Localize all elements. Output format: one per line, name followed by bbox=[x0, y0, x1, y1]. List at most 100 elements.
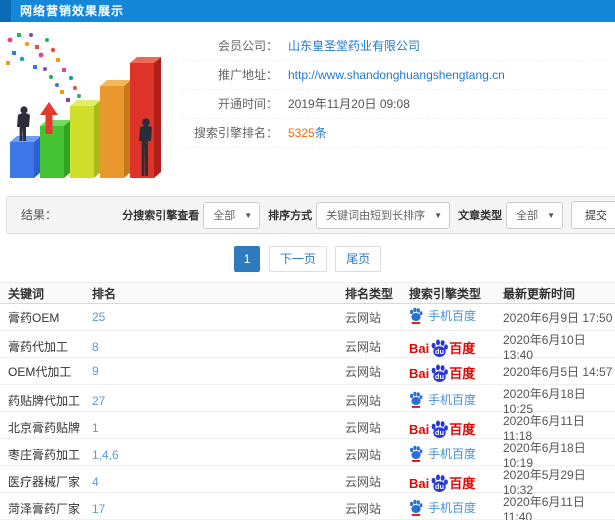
cell-engine: 手机百度 bbox=[409, 307, 503, 327]
page-title: 网络营销效果展示 bbox=[20, 4, 125, 18]
baidu-paw-icon: du bbox=[431, 339, 449, 357]
baidu-cn-text: 百度 bbox=[449, 422, 476, 437]
keyword-rank-table: 关键词 排名 排名类型 搜索引擎类型 最新更新时间 膏药OEM 25 云网站 手… bbox=[0, 282, 615, 520]
member-company-label: 会员公司： bbox=[217, 39, 278, 53]
baidu-cn-text: 百度 bbox=[449, 341, 476, 356]
result-label: 结果： bbox=[21, 208, 58, 222]
cell-rank[interactable]: 25 bbox=[92, 310, 345, 324]
baidu-bai-text: Bai bbox=[409, 476, 430, 491]
red-underline bbox=[412, 513, 420, 516]
engine-rank-label: 搜索引擎排名： bbox=[193, 126, 278, 140]
engine-baidu-logo: Bai du 百度 bbox=[409, 337, 476, 357]
filter-group: 分搜索引擎查看 全部 ▼ 排序方式 关键词由短到长排序 ▼ 文章类型 全部 ▼ … bbox=[114, 197, 615, 233]
cell-rank[interactable]: 27 bbox=[92, 394, 345, 408]
engine-mobile-baidu: 手机百度 bbox=[409, 307, 476, 324]
cell-rank-type: 云网站 bbox=[345, 340, 382, 354]
page-button-current[interactable]: 1 bbox=[233, 246, 261, 272]
cell-rank-type: 云网站 bbox=[345, 448, 382, 462]
baidu-paw-icon: du bbox=[431, 474, 449, 492]
engine-view-selected: 全部 bbox=[213, 210, 236, 222]
chevron-down-icon: ▼ bbox=[434, 210, 443, 220]
table-row: OEM代加工 9 云网站 Bai du 百度 2020年6月5日 14:57 bbox=[0, 358, 615, 385]
page-button-last[interactable]: 尾页 bbox=[335, 246, 382, 272]
marketing-chart-illustration bbox=[0, 28, 182, 188]
sort-selected: 关键词由短到长排序 bbox=[326, 210, 426, 222]
cell-rank-type: 云网站 bbox=[345, 502, 382, 516]
engine-baidu-logo: Bai du 百度 bbox=[409, 418, 476, 438]
engine-mobile-baidu: 手机百度 bbox=[409, 445, 476, 462]
baidu-bai-text: Bai bbox=[409, 341, 430, 356]
cell-engine: 手机百度 bbox=[409, 445, 503, 465]
cell-updated: 2020年6月9日 17:50 bbox=[503, 310, 613, 325]
engine-rank-count: 5325 bbox=[288, 126, 315, 140]
article-type-label: 文章类型 bbox=[458, 210, 503, 222]
page-button-next[interactable]: 下一页 bbox=[268, 246, 327, 272]
businessman-left bbox=[17, 106, 30, 141]
mobile-baidu-label: 手机百度 bbox=[428, 392, 477, 407]
cell-rank-type: 云网站 bbox=[345, 364, 382, 379]
promo-url-row: 推广地址： http://www.shandonghuangshengtang.c… bbox=[182, 61, 609, 90]
cell-keyword: 医疗器械厂家 bbox=[8, 475, 81, 489]
cell-keyword: OEM代加工 bbox=[8, 364, 72, 379]
cell-keyword: 枣庄膏药加工 bbox=[8, 448, 81, 462]
cell-rank[interactable]: 4 bbox=[92, 475, 345, 489]
table-row: 北京膏药贴牌 1 云网站 Bai du 百度 2020年6月11日 11:18 bbox=[0, 412, 615, 443]
cell-engine: Bai du 百度 bbox=[409, 418, 503, 438]
mobile-baidu-label: 手机百度 bbox=[428, 446, 477, 461]
member-company-link[interactable]: 山东皇圣堂药业有限公司 bbox=[288, 39, 420, 53]
pagination: 1 下一页 尾页 bbox=[0, 246, 615, 272]
header-rank: 排名 bbox=[92, 286, 117, 301]
baidu-paw-icon bbox=[410, 307, 423, 324]
cell-updated: 2020年6月10日 13:40 bbox=[503, 333, 586, 362]
engine-baidu-logo: Bai du 百度 bbox=[409, 362, 475, 382]
header-accent-strip bbox=[0, 0, 11, 22]
cell-keyword: 北京膏药贴牌 bbox=[8, 421, 81, 435]
cell-updated: 2020年6月11日 11:40 bbox=[503, 495, 585, 520]
table-row: 枣庄膏药加工 1,4,6 云网站 手机百度 2020年6月18日 10:19 bbox=[0, 439, 615, 470]
baidu-paw-icon bbox=[410, 445, 423, 462]
baidu-du-text: du bbox=[435, 428, 445, 437]
bar-orange bbox=[100, 80, 131, 178]
open-time-row: 开通时间： 2019年11月20日 09:08 bbox=[182, 90, 609, 119]
member-company-row: 会员公司： 山东皇圣堂药业有限公司 bbox=[182, 32, 609, 61]
cell-rank[interactable]: 8 bbox=[92, 340, 345, 354]
cell-engine: Bai du 百度 bbox=[409, 362, 503, 382]
red-underline bbox=[412, 322, 420, 324]
cell-keyword: 药贴牌代加工 bbox=[8, 394, 81, 408]
baidu-du-text: du bbox=[435, 372, 445, 381]
baidu-du-text: du bbox=[435, 482, 445, 491]
table-row: 医疗器械厂家 4 云网站 Bai du 百度 2020年5月29日 10:32 bbox=[0, 466, 615, 497]
engine-view-select[interactable]: 全部 ▼ bbox=[203, 201, 261, 229]
header-rank-type: 排名类型 bbox=[345, 286, 394, 301]
cell-engine: 手机百度 bbox=[409, 391, 503, 411]
article-type-select[interactable]: 全部 ▼ bbox=[506, 201, 563, 229]
baidu-paw-icon bbox=[410, 391, 423, 408]
cell-rank-type: 云网站 bbox=[345, 310, 382, 325]
cell-rank[interactable]: 17 bbox=[92, 502, 345, 516]
cell-updated: 2020年6月5日 14:57 bbox=[503, 364, 613, 379]
promo-url-link[interactable]: http://www.shandonghuangshengtang.cn bbox=[288, 68, 505, 82]
table-header-row: 关键词 排名 排名类型 搜索引擎类型 最新更新时间 bbox=[0, 282, 615, 304]
engine-rank-unit[interactable]: 条 bbox=[315, 126, 327, 140]
cell-rank-type: 云网站 bbox=[345, 421, 382, 435]
baidu-bai-text: Bai bbox=[409, 365, 430, 381]
cell-rank-type: 云网站 bbox=[345, 394, 382, 408]
account-info-list: 会员公司： 山东皇圣堂药业有限公司 推广地址： http://www.shandon… bbox=[182, 28, 615, 188]
cell-keyword: 菏泽膏药厂家 bbox=[8, 502, 81, 516]
table-row: 菏泽膏药厂家 17 云网站 手机百度 2020年6月11日 11:40 bbox=[0, 493, 615, 520]
baidu-paw-icon bbox=[410, 499, 423, 516]
baidu-paw-icon: du bbox=[431, 364, 449, 382]
table-row: 膏药代加工 8 云网站 Bai du 百度 2020年6月10日 13:40 bbox=[0, 331, 615, 362]
mobile-baidu-label: 手机百度 bbox=[428, 500, 477, 515]
sort-select[interactable]: 关键词由短到长排序 ▼ bbox=[316, 201, 451, 229]
cell-rank[interactable]: 1 bbox=[92, 421, 345, 435]
cell-keyword: 膏药代加工 bbox=[8, 340, 69, 354]
confetti-dots bbox=[6, 33, 81, 102]
cell-rank[interactable]: 9 bbox=[92, 364, 345, 378]
cell-engine: Bai du 百度 bbox=[409, 472, 503, 492]
cell-rank-type: 云网站 bbox=[345, 475, 382, 489]
engine-rank-row: 搜索引擎排名： 5325条 bbox=[182, 119, 609, 148]
submit-button[interactable]: 提交 bbox=[571, 201, 615, 229]
red-underline bbox=[412, 405, 420, 408]
cell-rank[interactable]: 1,4,6 bbox=[92, 448, 345, 462]
